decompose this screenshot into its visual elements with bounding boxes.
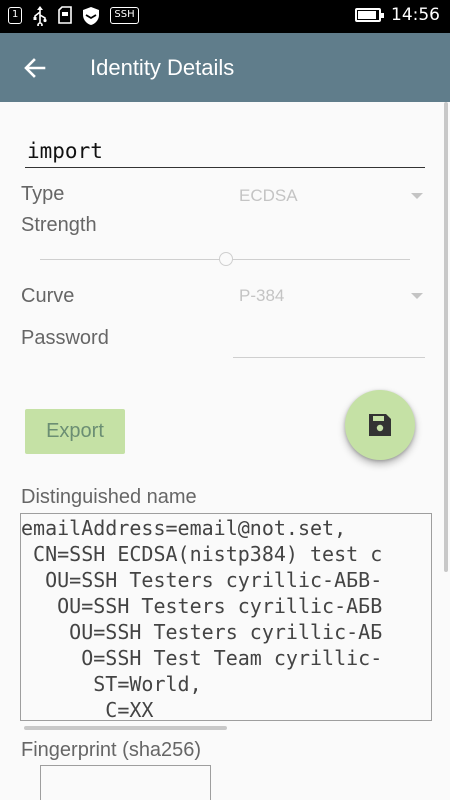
app-bar: Identity Details	[0, 33, 450, 102]
curve-spinner[interactable]: P-384	[233, 282, 425, 310]
type-spinner[interactable]: ECDSA	[233, 182, 425, 210]
dn-line: ST=World,	[21, 672, 202, 696]
password-field[interactable]	[233, 330, 425, 358]
strength-slider-thumb[interactable]	[219, 252, 233, 266]
vertical-scrollbar[interactable]	[444, 102, 448, 572]
status-bar: 1 SSH 14:56	[0, 0, 450, 33]
clock: 14:56	[391, 5, 440, 25]
battery-icon	[355, 8, 384, 22]
save-button[interactable]	[345, 390, 415, 460]
dropdown-arrow-icon	[411, 293, 423, 299]
curve-value: P-384	[239, 286, 285, 305]
usb-icon	[32, 6, 48, 28]
arrow-back-icon	[24, 58, 46, 78]
dn-line: O=SSH Test Team cyrillic-	[21, 646, 383, 670]
dn-line: CN=SSH ECDSA(nistp384) test c	[21, 542, 383, 566]
screen: 1 SSH 14:56 Identity Details import Type	[0, 0, 450, 800]
shield-icon	[82, 6, 100, 25]
type-value: ECDSA	[239, 186, 298, 205]
export-button[interactable]: Export	[25, 409, 125, 454]
dn-line: emailAddress=email@not.set,	[21, 516, 347, 540]
dn-line: OU=SSH Testers cyrillic-АБВ-	[21, 568, 383, 592]
curve-label: Curve	[21, 285, 75, 307]
fingerprint-label: Fingerprint (sha256)	[21, 739, 202, 761]
floppy-disk-icon	[369, 414, 391, 436]
type-label: Type	[21, 183, 65, 205]
ssh-icon: SSH	[110, 6, 139, 24]
dropdown-arrow-icon	[411, 193, 423, 199]
notification-1-icon: 1	[8, 6, 23, 24]
sd-card-icon	[58, 6, 73, 24]
distinguished-name-label: Distinguished name	[21, 486, 197, 508]
password-label: Password	[21, 327, 109, 349]
page-title: Identity Details	[90, 55, 235, 80]
fingerprint-field[interactable]	[40, 765, 211, 800]
horizontal-scrollbar[interactable]	[24, 726, 227, 730]
strength-label: Strength	[21, 214, 97, 236]
identity-name-input[interactable]: import	[25, 136, 425, 168]
dn-line: OU=SSH Testers cyrillic-АБ	[21, 620, 383, 644]
back-button[interactable]	[18, 51, 52, 85]
dn-line: OU=SSH Testers cyrillic-АБВ	[21, 594, 383, 618]
content-scroll[interactable]: import Type ECDSA Strength Curve P-384 P…	[0, 102, 450, 800]
dn-line: C=XX	[21, 698, 154, 721]
distinguished-name-field[interactable]: emailAddress=email@not.set, CN=SSH ECDSA…	[20, 513, 432, 721]
